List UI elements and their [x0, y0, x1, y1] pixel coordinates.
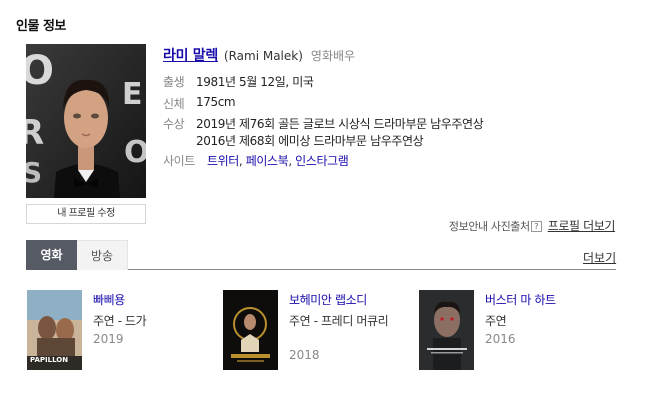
poster-text: PAPILLON — [30, 356, 69, 364]
film-year: 2018 — [289, 348, 320, 362]
svg-text:E: E — [122, 77, 143, 112]
film-role: 주연 — [485, 314, 507, 328]
more-filmography-link[interactable]: 더보기 — [583, 249, 616, 266]
info-label-body: 신체 — [163, 97, 185, 111]
instagram-link[interactable]: 인스타그램 — [295, 154, 349, 168]
profile-footer: 정보안내 사진출처? 프로필 더보기 — [449, 217, 616, 234]
help-icon[interactable]: ? — [530, 221, 542, 232]
film-role: 주연 - 드가 — [93, 314, 147, 328]
svg-text:S: S — [26, 156, 42, 189]
film-title-link[interactable]: 보헤미안 랩소디 — [289, 291, 367, 308]
separator: , — [238, 154, 243, 168]
section-title: 인물 정보 — [16, 19, 66, 34]
buster-mal-heart-poster-icon[interactable] — [419, 290, 474, 370]
film-title-link[interactable]: 빠삐용 — [93, 291, 125, 308]
profile-photo[interactable]: O R S E O — [26, 44, 146, 198]
film-title-link[interactable]: 버스터 마 하트 — [485, 291, 556, 308]
person-name-link[interactable]: 라미 말렉 — [163, 48, 218, 64]
edit-profile-button[interactable]: 내 프로필 수정 — [26, 204, 146, 224]
svg-text:O: O — [26, 48, 54, 94]
info-value-body: 175cm — [196, 95, 236, 109]
award-item: 2019년 제76회 골든 글로브 시상식 드라마부문 남우주연상 — [196, 117, 484, 131]
person-portrait-icon: O R S E O — [26, 44, 146, 198]
more-profile-link[interactable]: 프로필 더보기 — [548, 219, 616, 233]
papillon-poster-icon[interactable]: PAPILLON — [27, 290, 82, 370]
info-label-sites: 사이트 — [163, 154, 195, 168]
person-job: 영화배우 — [310, 49, 356, 63]
source-info-link[interactable]: 정보안내 사진출처 — [449, 220, 530, 233]
tab-movies[interactable]: 영화 — [26, 240, 77, 270]
tab-broadcast[interactable]: 방송 — [77, 240, 128, 270]
award-item: 2016년 제68회 에미상 드라마부문 남우주연상 — [196, 134, 424, 148]
name-row: 라미 말렉 (Rami Malek) 영화배우 — [163, 45, 355, 65]
svg-text:O: O — [124, 135, 146, 170]
svg-text:R: R — [26, 113, 44, 153]
facebook-link[interactable]: 페이스북 — [246, 154, 289, 168]
person-name-en: (Rami Malek) — [223, 49, 303, 63]
info-label-awards: 수상 — [163, 117, 185, 131]
film-role: 주연 - 프레디 머큐리 — [289, 314, 389, 328]
info-label-birth: 출생 — [163, 75, 185, 89]
sites-links: 트위터, 페이스북, 인스타그램 — [207, 152, 349, 169]
separator: , — [288, 154, 292, 168]
bohemian-rhapsody-poster-icon[interactable] — [223, 290, 278, 370]
twitter-link[interactable]: 트위터 — [207, 154, 239, 168]
film-year: 2016 — [485, 332, 516, 346]
film-year: 2019 — [93, 332, 124, 346]
info-value-birth: 1981년 5월 12일, 미국 — [196, 75, 314, 89]
